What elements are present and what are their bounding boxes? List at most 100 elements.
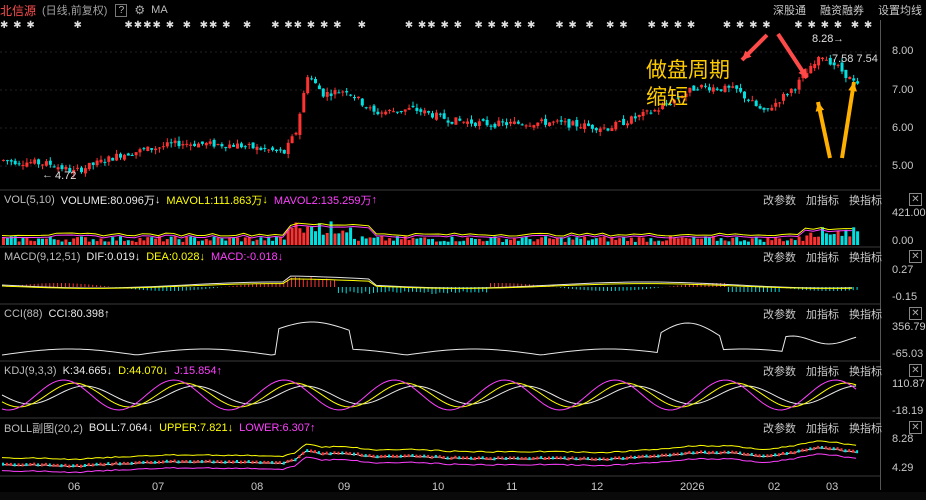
candle-body bbox=[267, 149, 271, 151]
volume-bar bbox=[774, 237, 778, 245]
volume-bar bbox=[516, 240, 520, 245]
add-indicator-button[interactable]: 加指标 bbox=[806, 249, 839, 265]
boll-candle bbox=[805, 448, 808, 452]
volume-bar bbox=[208, 240, 212, 245]
volume-bar bbox=[154, 238, 158, 245]
macd-name[interactable]: MACD(9,12,51) bbox=[4, 251, 80, 263]
boll-candle bbox=[501, 456, 504, 460]
add-indicator-button[interactable]: 加指标 bbox=[806, 363, 839, 379]
switch-indicator-button[interactable]: 换指标 bbox=[849, 363, 882, 379]
close-icon[interactable]: ✕ bbox=[909, 307, 922, 320]
boll-candle bbox=[60, 464, 63, 468]
volume-bar bbox=[626, 240, 629, 245]
volume-bar bbox=[368, 237, 372, 245]
volume-bar bbox=[606, 241, 610, 245]
volume-bar bbox=[173, 236, 177, 245]
candle-body bbox=[598, 128, 602, 132]
vol-name[interactable]: VOL(5,10) bbox=[4, 194, 55, 206]
cci-value: CCI:80.398 bbox=[48, 308, 105, 320]
volume-bar bbox=[189, 236, 193, 245]
boll-candle bbox=[380, 454, 383, 458]
add-indicator-button[interactable]: 加指标 bbox=[806, 306, 839, 322]
boll-candle bbox=[13, 463, 16, 467]
candle-body bbox=[208, 141, 212, 144]
candle-body bbox=[438, 113, 442, 115]
boll-candle bbox=[403, 454, 406, 458]
candle-body bbox=[310, 78, 314, 80]
boll-candle bbox=[466, 456, 469, 460]
add-indicator-button[interactable]: 加指标 bbox=[806, 192, 839, 208]
volume-bar bbox=[840, 235, 844, 245]
volume-bar bbox=[536, 239, 540, 245]
candle-body bbox=[754, 100, 758, 106]
candle-body bbox=[785, 94, 789, 96]
volume-bar bbox=[232, 238, 236, 245]
candle-body bbox=[130, 154, 134, 156]
close-icon[interactable]: ✕ bbox=[909, 250, 922, 263]
volume-bar bbox=[360, 236, 364, 245]
volume-bar bbox=[271, 240, 275, 245]
candle-body bbox=[37, 159, 41, 165]
switch-indicator-button[interactable]: 换指标 bbox=[849, 192, 882, 208]
boll-candle bbox=[516, 456, 519, 460]
boll-candle bbox=[649, 455, 652, 459]
switch-indicator-button[interactable]: 换指标 bbox=[849, 420, 882, 436]
switch-indicator-button[interactable]: 换指标 bbox=[849, 249, 882, 265]
volume-bar bbox=[501, 241, 505, 245]
boll-candle bbox=[111, 462, 114, 466]
annotation-line-1: 做盘周期 bbox=[646, 58, 730, 82]
volume-bar bbox=[731, 237, 735, 245]
volume-bar bbox=[641, 237, 645, 245]
volume-bar bbox=[29, 240, 33, 245]
switch-indicator-button[interactable]: 换指标 bbox=[849, 306, 882, 322]
candle-body bbox=[415, 107, 419, 111]
candle-body bbox=[384, 111, 388, 115]
volume-bar bbox=[824, 233, 828, 245]
candle-body bbox=[189, 144, 193, 146]
volume-bar bbox=[349, 227, 353, 245]
boll-candle bbox=[485, 457, 488, 461]
volume-bar bbox=[559, 237, 563, 245]
boll-candle bbox=[856, 450, 859, 454]
candle-body bbox=[197, 143, 200, 148]
add-indicator-button[interactable]: 加指标 bbox=[806, 420, 839, 436]
boll-candle bbox=[41, 463, 43, 467]
edit-params-button[interactable]: 改参数 bbox=[763, 306, 796, 322]
volume-bar bbox=[310, 226, 314, 245]
boll-name[interactable]: BOLL副图(20,2) bbox=[4, 420, 83, 436]
volume-bar bbox=[415, 238, 419, 245]
boll-candle bbox=[477, 456, 480, 460]
volume-bar bbox=[255, 239, 259, 245]
boll-candle bbox=[719, 451, 722, 455]
candle-body bbox=[633, 116, 637, 119]
bottom-scrollbar[interactable] bbox=[0, 492, 926, 500]
boll-candle bbox=[817, 445, 820, 449]
candle-body bbox=[423, 110, 427, 114]
edit-params-button[interactable]: 改参数 bbox=[763, 363, 796, 379]
close-icon[interactable]: ✕ bbox=[909, 364, 922, 377]
boll-candle bbox=[228, 460, 231, 464]
volume-bar bbox=[789, 238, 793, 245]
volume-bar bbox=[431, 238, 434, 245]
cci-name[interactable]: CCI(88) bbox=[4, 308, 43, 320]
candle-body bbox=[314, 79, 317, 84]
candle-body bbox=[567, 119, 571, 128]
volume-bar bbox=[676, 238, 680, 245]
candle-body bbox=[193, 143, 197, 147]
candle-body bbox=[848, 76, 852, 80]
candle-body bbox=[294, 132, 298, 135]
candle-body bbox=[458, 118, 462, 121]
volume-bar bbox=[446, 241, 450, 245]
boll-candle bbox=[579, 457, 582, 461]
y-label-6: 6.00 bbox=[892, 122, 914, 134]
volume-bar bbox=[353, 238, 356, 245]
boll-candle bbox=[758, 454, 761, 458]
close-icon[interactable]: ✕ bbox=[909, 193, 922, 206]
edit-params-button[interactable]: 改参数 bbox=[763, 192, 796, 208]
candle-body bbox=[349, 94, 353, 96]
kdj-name[interactable]: KDJ(9,3,3) bbox=[4, 365, 57, 377]
boll-candle bbox=[25, 463, 28, 467]
edit-params-button[interactable]: 改参数 bbox=[763, 420, 796, 436]
edit-params-button[interactable]: 改参数 bbox=[763, 249, 796, 265]
candle-body bbox=[774, 102, 778, 107]
